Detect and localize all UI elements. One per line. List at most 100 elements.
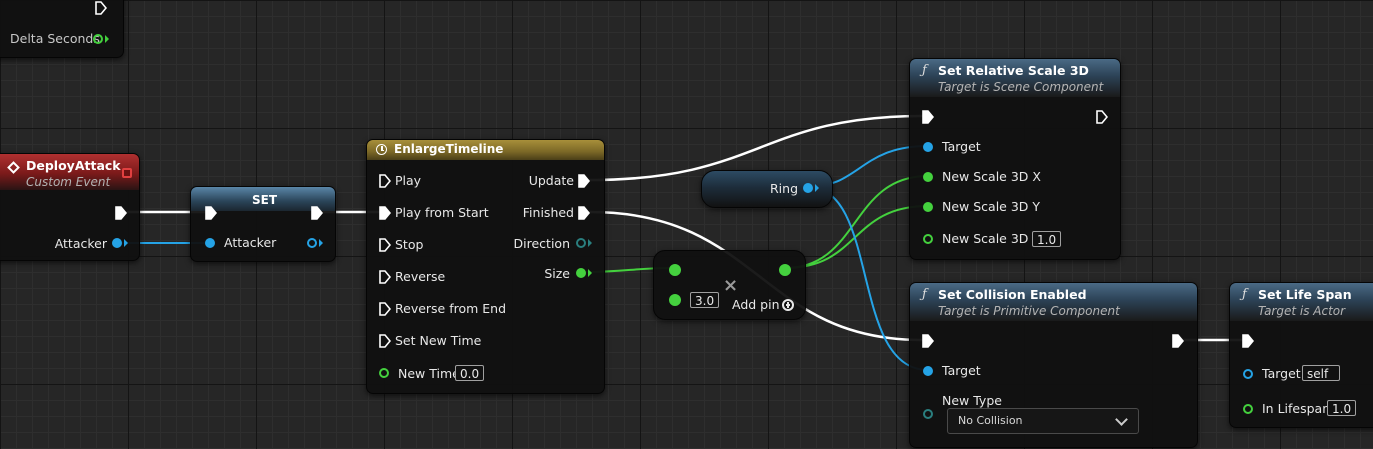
set-new-time-label: Set New Time (395, 333, 482, 348)
set-exec-out-pin[interactable] (311, 206, 323, 220)
set-life-span-header: ƒ Set Life Span Target is Actor (1230, 283, 1373, 321)
finished-exec-pin[interactable] (578, 206, 590, 220)
set-scale-subtitle: Target is Scene Component (938, 80, 1104, 94)
multiply-node[interactable]: 3.0 × Add pin (653, 250, 806, 320)
new-type-label: New Type (942, 393, 1002, 408)
size-arrow (588, 269, 592, 277)
scale-z-pin[interactable] (923, 234, 933, 244)
ring-output-arrow (815, 184, 819, 192)
deploy-attack-event-node[interactable]: DeployAttack Custom Event Attacker (0, 153, 140, 261)
scale-x-pin[interactable] (923, 172, 933, 182)
stop-exec-pin[interactable] (379, 238, 391, 252)
lifespan-label: In Lifespan (1262, 401, 1331, 416)
set-scale-exec-out-pin[interactable] (1096, 110, 1108, 124)
event-tick-node[interactable]: Delta Seconds (0, 0, 124, 58)
lifespan-pin[interactable] (1243, 404, 1253, 414)
update-label: Update (528, 173, 574, 188)
scale-z-input[interactable]: 1.0 (1032, 231, 1062, 247)
timeline-header: EnlargeTimeline (367, 140, 604, 160)
new-type-value: No Collision (958, 414, 1023, 427)
direction-arrow (588, 239, 592, 247)
set-scale-exec-in-pin[interactable] (922, 110, 934, 124)
exec-out-pin[interactable] (95, 1, 107, 15)
event-header: DeployAttack Custom Event (0, 154, 139, 190)
new-time-input[interactable]: 0.0 (455, 365, 485, 381)
set-life-span-exec-in-pin[interactable] (1242, 334, 1254, 348)
set-collision-header: ƒ Set Collision Enabled Target is Primit… (910, 283, 1197, 321)
lifespan-input[interactable]: 1.0 (1327, 400, 1357, 416)
chevron-down-icon (1115, 413, 1128, 426)
set-scale-header: ƒ Set Relative Scale 3D Target is Scene … (910, 59, 1120, 97)
reverse-exec-pin[interactable] (379, 270, 391, 284)
play-from-start-exec-pin[interactable] (379, 206, 391, 220)
reverse-from-end-label: Reverse from End (395, 301, 507, 316)
set-relative-scale-node[interactable]: ƒ Set Relative Scale 3D Target is Scene … (909, 58, 1121, 260)
set-new-time-exec-pin[interactable] (379, 334, 391, 348)
event-subtitle: Custom Event (26, 175, 111, 189)
set-collision-exec-out-pin[interactable] (1172, 334, 1184, 348)
delta-seconds-arrow (105, 35, 109, 43)
scale-x-label: New Scale 3D X (942, 169, 1041, 184)
attacker-output-arrow (124, 239, 128, 247)
delta-seconds-label: Delta Seconds (10, 31, 100, 46)
clock-icon (376, 144, 387, 155)
set-collision-exec-in-pin[interactable] (922, 334, 934, 348)
set-attacker-out-arrow (319, 239, 323, 247)
attacker-output-label: Attacker (54, 236, 107, 251)
set-life-span-subtitle: Target is Actor (1258, 304, 1346, 318)
function-icon: ƒ (922, 287, 927, 302)
multiply-in-b-pin[interactable] (669, 294, 681, 306)
size-pin[interactable] (576, 268, 586, 278)
set-collision-subtitle: Target is Primitive Component (938, 304, 1120, 318)
reverse-from-end-exec-pin[interactable] (379, 302, 391, 316)
add-pin-label[interactable]: Add pin (732, 297, 780, 312)
set-collision-target-label: Target (942, 363, 981, 378)
timeline-title: EnlargeTimeline (394, 142, 504, 156)
set-attacker-label: Attacker (224, 235, 277, 250)
set-life-span-title: Set Life Span (1258, 287, 1352, 302)
enlarge-timeline-node[interactable]: EnlargeTimeline Play Play from Start Sto… (366, 139, 605, 394)
event-diamond-icon (7, 161, 20, 174)
set-attacker-node[interactable]: SET Attacker (190, 186, 336, 262)
function-icon: ƒ (922, 63, 927, 78)
ring-label: Ring (769, 181, 798, 196)
attacker-output-pin[interactable] (112, 238, 122, 248)
update-exec-pin[interactable] (578, 174, 590, 188)
set-scale-title: Set Relative Scale 3D (938, 63, 1089, 78)
finished-label: Finished (522, 205, 574, 220)
direction-pin[interactable] (576, 238, 586, 248)
new-type-dropdown[interactable]: No Collision (947, 408, 1139, 434)
set-scale-target-label: Target (942, 139, 981, 154)
set-attacker-in-pin[interactable] (205, 238, 215, 248)
set-life-span-target-pin[interactable] (1243, 369, 1253, 379)
event-title: DeployAttack (26, 158, 121, 173)
set-collision-title: Set Collision Enabled (938, 287, 1087, 302)
event-exec-out-pin[interactable] (115, 206, 127, 220)
function-icon: ƒ (1242, 287, 1247, 302)
set-attacker-out-pin[interactable] (307, 238, 317, 248)
new-type-pin[interactable] (923, 409, 933, 419)
play-exec-pin[interactable] (379, 174, 391, 188)
multiply-out-pin[interactable] (779, 264, 791, 276)
set-collision-enabled-node[interactable]: ƒ Set Collision Enabled Target is Primit… (909, 282, 1198, 448)
delta-seconds-pin[interactable] (93, 34, 103, 44)
multiply-b-input[interactable]: 3.0 (690, 292, 720, 308)
set-life-span-node[interactable]: ƒ Set Life Span Target is Actor Target s… (1229, 282, 1373, 428)
set-life-span-target-input[interactable]: self (1302, 365, 1340, 381)
multiply-icon: × (723, 275, 739, 296)
scale-y-pin[interactable] (923, 202, 933, 212)
scale-y-label: New Scale 3D Y (942, 199, 1041, 214)
set-title: SET (252, 193, 278, 207)
play-label: Play (395, 173, 422, 188)
ring-variable-node[interactable]: Ring (701, 170, 833, 208)
delegate-pin-icon[interactable] (122, 168, 132, 178)
set-scale-target-pin[interactable] (923, 142, 933, 152)
new-time-pin[interactable] (379, 368, 389, 378)
reverse-label: Reverse (395, 269, 446, 284)
set-exec-in-pin[interactable] (205, 206, 217, 220)
multiply-in-a-pin[interactable] (669, 264, 681, 276)
stop-label: Stop (395, 237, 424, 252)
set-collision-target-pin[interactable] (923, 366, 933, 376)
add-pin-icon[interactable] (782, 299, 794, 311)
ring-output-pin[interactable] (803, 183, 813, 193)
